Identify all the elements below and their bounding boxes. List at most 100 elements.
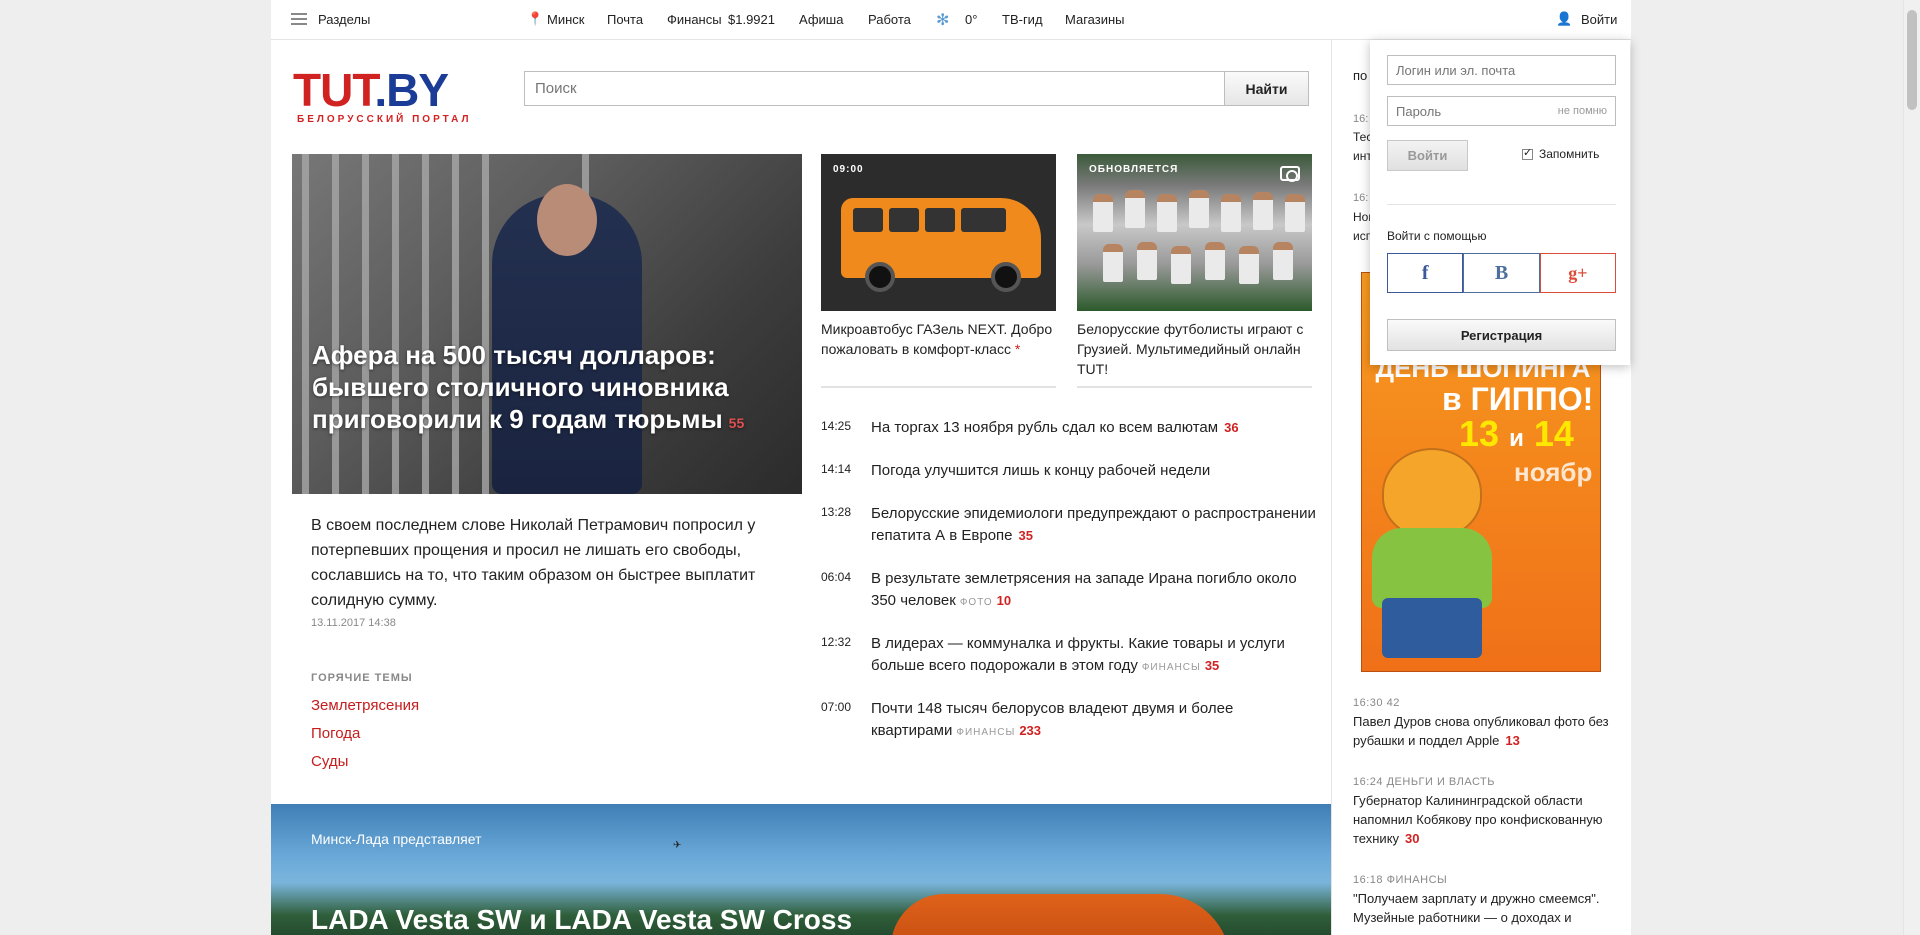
login-link[interactable]: Войти [1581, 12, 1617, 27]
afisha-link[interactable]: Афиша [799, 12, 843, 27]
side-news-item[interactable]: 16:30 42 Павел Дуров снова опубликовал ф… [1353, 697, 1615, 750]
sections-link[interactable]: Разделы [318, 12, 370, 27]
login-input[interactable] [1388, 56, 1615, 84]
thumb-caption[interactable]: Микроавтобус ГАЗель NEXT. Добро пожалова… [821, 319, 1056, 359]
tv-guide-link[interactable]: ТВ-гид [1002, 12, 1043, 27]
divider [1077, 386, 1312, 388]
user-icon: 👤 [1556, 11, 1573, 26]
snowflake-icon: ✻ [936, 12, 950, 29]
news-headline[interactable]: На торгах 13 ноября рубль сдал ко всем в… [871, 417, 1321, 439]
car-illustration [891, 894, 1231, 935]
register-button[interactable]: Регистрация [1387, 319, 1616, 351]
finance-link[interactable]: Финансы [667, 12, 722, 27]
site-logo[interactable]: TUT.BY БЕЛОРУССКИЙ ПОРТАЛ [293, 67, 503, 125]
ad-month: ноябр [1514, 457, 1593, 487]
comment-count[interactable]: 36 [1224, 420, 1238, 435]
divider [821, 386, 1056, 388]
hot-topic-link[interactable]: Суды [311, 753, 348, 770]
side-news-headline[interactable]: Губернатор Калининградской области напом… [1353, 791, 1615, 848]
logo-text-red: TUT [293, 64, 375, 116]
scrollbar[interactable] [1903, 0, 1920, 935]
news-headline[interactable]: Почти 148 тысяч белорусов владеют двумя … [871, 698, 1321, 744]
main-story-title[interactable]: Афера на 500 тысяч долларов: бывшего сто… [312, 339, 782, 439]
news-time: 07:00 [821, 700, 852, 714]
news-tag[interactable]: ФИНАНСЫ [1142, 662, 1201, 673]
side-news-headline[interactable]: "Получаем зарплату и дружно смеемся". Му… [1353, 889, 1615, 927]
google-plus-icon[interactable]: g+ [1539, 253, 1616, 293]
comment-count[interactable]: 13 [1505, 733, 1519, 748]
thumb-time-label: 09:00 [833, 164, 864, 175]
location-pin-icon: 📍 [527, 11, 544, 26]
camera-icon [1280, 166, 1300, 182]
comment-count[interactable]: 30 [1405, 831, 1419, 846]
top-nav: Разделы 📍 Минск Почта Финансы $1.9921 Аф… [271, 0, 1631, 40]
news-headline[interactable]: В лидерах — коммуналка и фрукты. Какие т… [871, 633, 1321, 679]
mail-link[interactable]: Почта [607, 12, 643, 27]
remember-me[interactable]: Запомнить [1522, 146, 1599, 161]
side-news-item[interactable]: 16:18 ФИНАНСЫ "Получаем зарплату и дружн… [1353, 874, 1615, 927]
news-headline[interactable]: В результате землетрясения на западе Ира… [871, 568, 1321, 614]
promo-banner[interactable]: Минск-Лада представляет ✈ LADA Vesta SW … [271, 804, 1331, 935]
thumb-image-van[interactable]: 09:00 [821, 154, 1056, 311]
login-popup: не помню Войти Запомнить Войти с помощью… [1370, 40, 1630, 365]
side-news-meta: 16:18 ФИНАНСЫ [1353, 874, 1448, 886]
thumb-image-football[interactable]: ОБНОВЛЯЕТСЯ [1077, 154, 1312, 311]
comment-count[interactable]: 35 [1019, 528, 1033, 543]
hot-topics-heading: ГОРЯЧИЕ ТЕМЫ [311, 672, 413, 684]
promo-label: Минск-Лада представляет [311, 831, 482, 847]
divider [1387, 204, 1616, 205]
menu-icon[interactable] [291, 13, 307, 25]
thumb-caption[interactable]: Белорусские футболисты играют с Грузией.… [1077, 319, 1312, 379]
main-story-date: 13.11.2017 14:38 [311, 617, 396, 629]
search-input[interactable] [525, 72, 1228, 105]
comment-count[interactable]: 55 [729, 415, 745, 431]
usd-rate[interactable]: $1.9921 [728, 12, 775, 27]
remember-checkbox[interactable] [1522, 146, 1533, 160]
shops-link[interactable]: Магазины [1065, 12, 1125, 27]
search-box [524, 71, 1229, 106]
right-text-partial[interactable]: инт [1353, 149, 1372, 163]
thumb-status-label: ОБНОВЛЯЕТСЯ [1089, 164, 1179, 175]
side-news-item[interactable]: 16:24 ДЕНЬГИ И ВЛАСТЬ Губернатор Калинин… [1353, 776, 1615, 848]
right-time-partial: 16: [1353, 113, 1369, 125]
ad-mark: * [1014, 341, 1021, 357]
right-time-partial: 16: [1353, 192, 1369, 204]
bird-icon: ✈ [673, 840, 682, 851]
main-story-lead: В своем последнем слове Николай Петрамов… [311, 517, 756, 609]
news-headline[interactable]: Белорусские эпидемиологи предупреждают о… [871, 503, 1321, 547]
side-news-headline[interactable]: Павел Дуров снова опубликовал фото без р… [1353, 712, 1615, 750]
hot-topic-link[interactable]: Погода [311, 725, 360, 742]
hippo-mascot [1372, 448, 1502, 668]
facebook-icon[interactable]: f [1387, 253, 1464, 293]
login-field-wrap [1387, 55, 1616, 85]
search-button[interactable]: Найти [1224, 71, 1309, 106]
news-headline[interactable]: Погода улучшится лишь к концу рабочей не… [871, 460, 1321, 482]
comment-count[interactable]: 10 [997, 593, 1011, 608]
comment-count[interactable]: 233 [1019, 723, 1041, 738]
vk-icon[interactable]: B [1463, 253, 1540, 293]
weather-link[interactable]: 0° [965, 12, 977, 27]
scrollbar-thumb[interactable] [1907, 10, 1917, 110]
news-time: 12:32 [821, 635, 852, 649]
ad-dates: 13 и 14 [1459, 413, 1574, 454]
van-illustration [841, 198, 1041, 292]
jobs-link[interactable]: Работа [868, 12, 911, 27]
main-story-image[interactable]: Афера на 500 тысяч долларов: бывшего сто… [292, 154, 802, 494]
side-news-meta: 16:30 42 [1353, 697, 1400, 709]
forgot-password-link[interactable]: не помню [1558, 105, 1607, 117]
news-time: 06:04 [821, 570, 852, 584]
comment-count[interactable]: 35 [1205, 658, 1219, 673]
news-tag[interactable]: ФОТО [960, 597, 993, 608]
news-time: 14:25 [821, 419, 852, 433]
city-link[interactable]: Минск [547, 12, 584, 27]
person-head [537, 184, 597, 256]
social-login-buttons: f B g+ [1387, 253, 1616, 293]
promo-title[interactable]: LADA Vesta SW и LADA Vesta SW Cross [311, 904, 852, 935]
news-tag[interactable]: ФИНАНСЫ [956, 727, 1015, 738]
main-story-title-text[interactable]: Афера на 500 тысяч долларов: бывшего сто… [312, 340, 729, 434]
password-field-wrap: не помню [1387, 96, 1616, 126]
logo-tagline: БЕЛОРУССКИЙ ПОРТАЛ [297, 114, 472, 125]
login-button[interactable]: Войти [1387, 140, 1468, 171]
hot-topic-link[interactable]: Землетрясения [311, 697, 419, 714]
side-news-meta: 16:24 ДЕНЬГИ И ВЛАСТЬ [1353, 776, 1495, 788]
